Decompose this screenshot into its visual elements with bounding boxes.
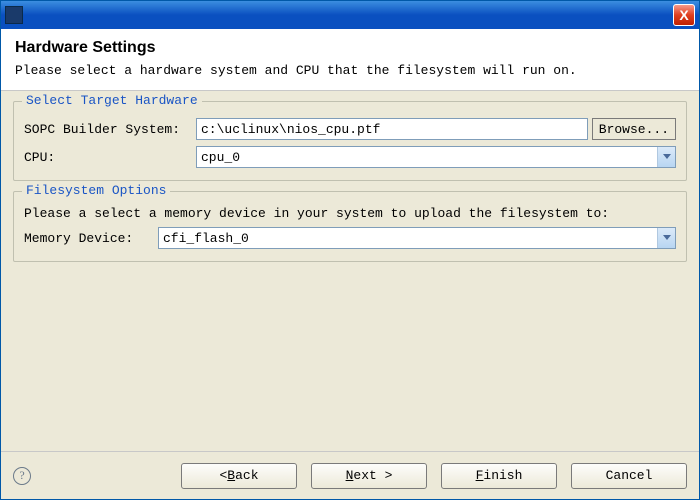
sopc-builder-system-input[interactable] xyxy=(196,118,588,140)
group-filesystem-options: Filesystem Options Please a select a mem… xyxy=(13,191,687,262)
next-mnemonic: N xyxy=(346,468,354,483)
back-rest: ack xyxy=(235,468,258,483)
page-subtitle: Please select a hardware system and CPU … xyxy=(15,63,685,78)
close-icon: X xyxy=(679,7,688,23)
memory-device-select[interactable]: cfi_flash_0 xyxy=(158,227,676,249)
next-button[interactable]: Next > xyxy=(311,463,427,489)
titlebar: X xyxy=(1,1,699,29)
back-prefix: < xyxy=(219,468,227,483)
next-rest: ext > xyxy=(353,468,392,483)
footer-bar: ? < Back Next > Finish Cancel xyxy=(1,451,699,499)
group-filesystem-options-legend: Filesystem Options xyxy=(22,183,170,198)
header-area: Hardware Settings Please select a hardwa… xyxy=(1,29,699,91)
memory-device-select-value: cfi_flash_0 xyxy=(163,231,249,246)
filesystem-desc: Please a select a memory device in your … xyxy=(24,206,676,221)
cpu-select[interactable]: cpu_0 xyxy=(196,146,676,168)
cpu-label: CPU: xyxy=(24,150,192,165)
back-mnemonic: B xyxy=(227,468,235,483)
memory-device-label: Memory Device: xyxy=(24,231,154,246)
finish-rest: inish xyxy=(483,468,522,483)
group-target-hardware: Select Target Hardware SOPC Builder Syst… xyxy=(13,101,687,181)
cancel-label: Cancel xyxy=(606,468,653,483)
group-target-hardware-legend: Select Target Hardware xyxy=(22,93,202,108)
help-icon[interactable]: ? xyxy=(13,467,31,485)
sopc-label: SOPC Builder System: xyxy=(24,122,192,137)
close-button[interactable]: X xyxy=(673,4,695,26)
page-title: Hardware Settings xyxy=(15,39,685,57)
cpu-select-value: cpu_0 xyxy=(201,150,240,165)
help-glyph: ? xyxy=(19,468,24,483)
browse-button[interactable]: Browse... xyxy=(592,118,676,140)
cancel-button[interactable]: Cancel xyxy=(571,463,687,489)
app-icon xyxy=(5,6,23,24)
content-area: Select Target Hardware SOPC Builder Syst… xyxy=(1,91,699,451)
memory-row: Memory Device: cfi_flash_0 xyxy=(24,227,676,249)
cpu-row: CPU: cpu_0 xyxy=(24,146,676,168)
finish-button[interactable]: Finish xyxy=(441,463,557,489)
chevron-down-icon xyxy=(657,228,675,248)
back-button[interactable]: < Back xyxy=(181,463,297,489)
wizard-window: X Hardware Settings Please select a hard… xyxy=(0,0,700,500)
finish-mnemonic: F xyxy=(476,468,484,483)
chevron-down-icon xyxy=(657,147,675,167)
sopc-row: SOPC Builder System: Browse... xyxy=(24,118,676,140)
